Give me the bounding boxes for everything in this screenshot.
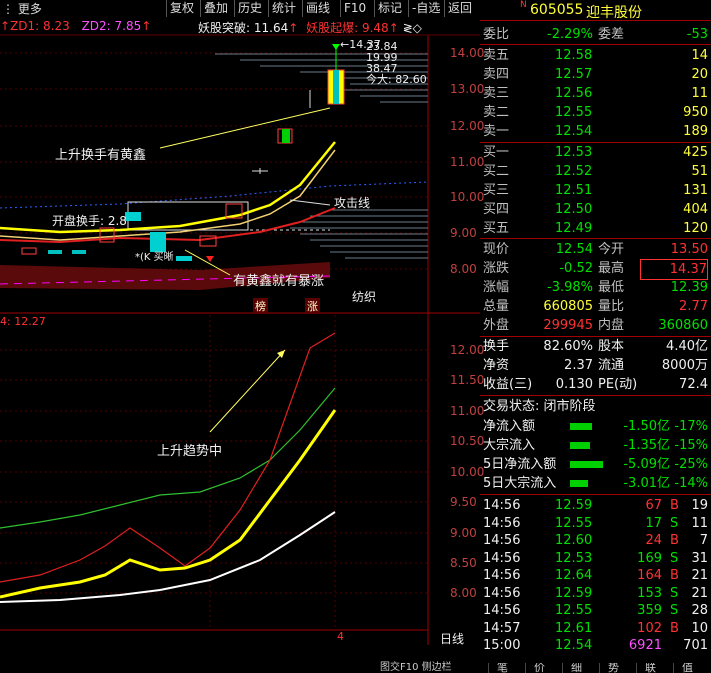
stock-code: 605055 (530, 2, 584, 18)
annotation-5: 上升趋势中 (157, 444, 223, 459)
flow-bar (570, 423, 593, 430)
high-info: 23.84 19.99 38.47 今大: 82.60 (366, 40, 427, 86)
annotation-3: 有黄鑫就有暴涨 (233, 274, 325, 289)
flow-row: 5日大宗流入 -3.01亿 -14% (483, 476, 708, 491)
tick-row: 14:56 12.53 169 S 31 (483, 550, 708, 566)
quote-row: 现价 12.54 今开 13.50 (483, 242, 708, 257)
bids-row: 买三 12.51 131 (483, 183, 708, 198)
tick-row: 14:56 12.59 153 S 21 (483, 585, 708, 601)
annotation-2: 攻击线 (334, 196, 371, 210)
lower-tick: 11.00 (450, 404, 485, 418)
quote-row: 涨幅 -3.98% 最低 12.39 (483, 280, 708, 295)
lower-tick: 8.50 (450, 556, 477, 570)
stats-row: 净资 2.37 流通 8000万 (483, 358, 708, 373)
stats-row: 换手 82.60% 股本 4.40亿 (483, 339, 708, 354)
period-button[interactable]: 日线 (440, 630, 464, 647)
tick-row: 15:00 12.54 6921 701 (483, 638, 708, 653)
flow-bar (570, 442, 590, 449)
stock-name: 迎丰股份 (586, 5, 642, 21)
stock-header: N 605055 迎丰股份 (480, 0, 711, 21)
tick-row: 14:56 12.60 24 B 7 (483, 533, 708, 548)
bids-row: 买五 12.49 120 (483, 221, 708, 236)
open-turnover: 开盘换手: 2.8 (52, 214, 127, 228)
bottom-left-label[interactable]: 图交F10 侧边栏 (380, 663, 452, 673)
stock-badge: N (520, 0, 527, 10)
bottom-tab-3[interactable]: 势 (599, 663, 627, 673)
quote-row: 涨跌 -0.52 最高 14.37 (480, 259, 711, 280)
asks-row: 卖二 12.55 950 (483, 105, 708, 120)
bottom-tab-2[interactable]: 细 (562, 663, 590, 673)
tick-row: 14:56 12.59 67 B 19 (483, 498, 708, 513)
quote-row: 外盘 299945 内盘 360860 (483, 318, 708, 333)
tick-row: 14:56 12.64 164 B 21 (483, 568, 708, 583)
lower-indicator: 4: 12.27 (0, 315, 46, 328)
price-tick: 8.00 (450, 262, 477, 276)
stats-row: 收益(三) 0.130 PE(动) 72.4 (483, 377, 708, 392)
annotation-4: 纺织 (352, 290, 377, 304)
tick-row: 14:57 12.61 102 B 10 (483, 620, 708, 636)
quote-row: 总量 660805 量比 2.77 (483, 299, 708, 314)
asks-row: 卖五 12.58 14 (483, 48, 708, 63)
annotation-1: 上升换手有黄鑫 (55, 148, 147, 163)
lower-tick: 9.50 (450, 495, 477, 509)
bids-row: 买四 12.50 404 (483, 202, 708, 217)
kline-chart (0, 34, 480, 645)
bottom-tab-5[interactable]: 值 (673, 663, 701, 673)
tick-row: 14:56 12.55 17 S 11 (483, 515, 708, 531)
lower-tick: 9.00 (450, 526, 477, 540)
asks-row: 卖三 12.56 11 (483, 86, 708, 101)
bottom-tab-1[interactable]: 价 (525, 663, 553, 673)
flow-row: 5日净流入额 -5.09亿 -25% (483, 457, 708, 472)
bottom-tab-4[interactable]: 联 (636, 663, 664, 673)
flow-row: 净流入额 -1.50亿 -17% (483, 419, 708, 434)
flow-row: 大宗流入 -1.35亿 -15% (483, 438, 708, 453)
bids-row: 买二 12.52 51 (483, 164, 708, 179)
flow-bar (570, 480, 589, 487)
tick-row: 14:56 12.55 359 S 28 (483, 603, 708, 618)
flow-bar (570, 461, 603, 468)
buy-signal: *(K 买晰 (135, 252, 174, 263)
badge-zhang: 涨 (305, 298, 320, 314)
badge-bang: 榜 (253, 298, 268, 314)
asks-row: 卖一 12.54 189 (483, 124, 708, 139)
cursor-tick: 4 (337, 630, 344, 643)
bottom-tab-0[interactable]: 笔 (488, 663, 516, 673)
bids-row: 买一 12.53 425 (483, 145, 708, 160)
lower-tick: 8.00 (450, 586, 477, 600)
price-tick: 9.00 (450, 226, 477, 240)
asks-row: 卖四 12.57 20 (483, 67, 708, 82)
